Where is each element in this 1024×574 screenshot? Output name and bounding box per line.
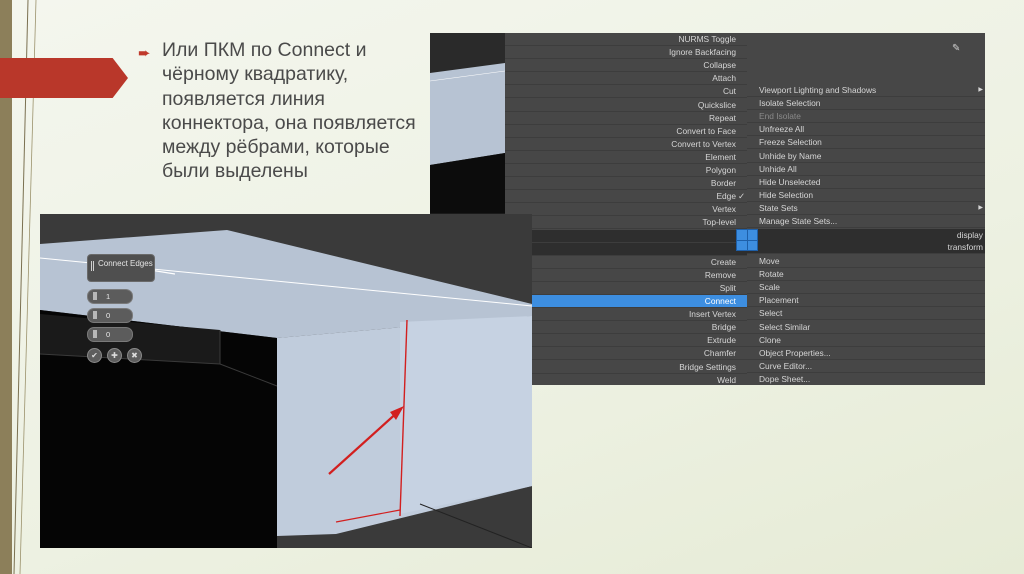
menu-divider (505, 229, 747, 243)
pinch-value: 0 (106, 311, 111, 320)
cancel-x-icon[interactable]: ✖ (127, 348, 142, 363)
menu-item[interactable]: Cut (505, 85, 747, 99)
quad-menu-right: Viewport Lighting and Shadows ▶ Isolate Se… (747, 33, 985, 385)
menu-item[interactable]: Hide Selection (747, 189, 985, 202)
menu-item[interactable]: End Isolate (747, 110, 985, 124)
menu-item[interactable]: Create (505, 256, 747, 269)
viewport-screenshot: Connect Edges 1 0 0 ✔ ✚ ✖ (40, 214, 532, 548)
pin-icon[interactable]: ✎ (952, 43, 960, 54)
menu-item[interactable]: Split (505, 282, 747, 295)
menu-item[interactable]: Connect (505, 295, 747, 308)
submenu-arrow-icon: ▶ (978, 87, 983, 93)
menu-item[interactable]: Unhide by Name (747, 150, 985, 163)
menu-item[interactable]: Top-level (505, 216, 747, 230)
menu-item[interactable]: Dope Sheet... (747, 373, 985, 385)
slide-field[interactable]: 0 (87, 327, 133, 342)
segments-field[interactable]: 1 (87, 289, 133, 304)
menu-item[interactable]: Select (747, 307, 985, 321)
pinch-icon (93, 311, 97, 319)
menu-item[interactable]: Ignore Backfacing (505, 46, 747, 60)
menu-item[interactable]: Bridge (505, 321, 747, 335)
menu-item[interactable]: Object Properties... (747, 347, 985, 360)
menu-item[interactable]: Repeat (505, 112, 747, 125)
menu-item[interactable]: Edge ✓ (505, 190, 747, 204)
menu-section-header: transform (747, 241, 985, 254)
segments-icon (93, 292, 97, 300)
bullet-text: Или ПКМ по Connect и чёрному квадратику,… (162, 39, 416, 183)
segments-value: 1 (106, 292, 111, 301)
menu-item[interactable]: Insert Vertex (505, 308, 747, 322)
slide-icon (93, 330, 97, 338)
menu-item[interactable]: Hide Unselected (747, 176, 985, 189)
menu-item[interactable]: Isolate Selection (747, 97, 985, 111)
menu-item[interactable]: Unhide All (747, 163, 985, 176)
menu-item[interactable]: Extrude (505, 334, 747, 348)
connect-edges-title: Connect Edges (98, 259, 153, 268)
menu-item[interactable]: Collapse (505, 59, 747, 73)
menu-item[interactable]: Curve Editor... (747, 360, 985, 373)
menu-item[interactable]: State Sets ▶ (747, 202, 985, 215)
menu-item[interactable]: Border (505, 177, 747, 191)
apply-plus-icon[interactable]: ✚ (107, 348, 122, 363)
title-arrow-band (0, 58, 128, 98)
ok-check-icon[interactable]: ✔ (87, 348, 102, 363)
menu-item[interactable]: Clone (747, 334, 985, 347)
menu-item[interactable]: Scale (747, 281, 985, 295)
menu-item[interactable]: Bridge Settings (505, 361, 747, 374)
menu-item[interactable]: Viewport Lighting and Shadows ▶ (747, 84, 985, 97)
menu-item[interactable]: Polygon (505, 164, 747, 177)
menu-item[interactable]: Manage State Sets... (747, 215, 985, 228)
menu-item[interactable]: Placement (747, 294, 985, 308)
menu-item[interactable]: NURMS Toggle (505, 33, 747, 46)
panel-grip-icon[interactable] (91, 261, 94, 271)
menu-item[interactable]: Attach (505, 72, 747, 86)
slide-value: 0 (106, 330, 111, 339)
menu-divider (505, 242, 747, 256)
menu-item[interactable]: Unfreeze All (747, 123, 985, 137)
menu-item[interactable]: Rotate (747, 268, 985, 282)
menu-item[interactable]: Remove (505, 269, 747, 282)
submenu-arrow-icon: ▶ (978, 204, 983, 211)
menu-item[interactable]: Quickslice (505, 99, 747, 112)
menu-item[interactable]: Convert to Face (505, 125, 747, 138)
menu-item[interactable]: Weld (505, 374, 747, 385)
menu-item[interactable]: Convert to Vertex (505, 138, 747, 151)
viewport-fragment (430, 33, 505, 213)
menu-item[interactable]: Move (747, 255, 985, 268)
menu-item[interactable]: Vertex (505, 203, 747, 217)
menu-item[interactable]: Select Similar (747, 321, 985, 334)
menu-item[interactable]: Element (505, 151, 747, 164)
quad-center-marker (736, 229, 758, 251)
menu-item[interactable]: Chamfer (505, 347, 747, 361)
bullet-arrow-icon: ➨ (138, 45, 151, 62)
pinch-field[interactable]: 0 (87, 308, 133, 323)
quad-menu-left: NURMS Toggle Ignore Backfacing Collapse Att… (505, 33, 747, 385)
checkmark-icon: ✓ (737, 191, 745, 202)
menu-item[interactable]: Freeze Selection (747, 136, 985, 150)
